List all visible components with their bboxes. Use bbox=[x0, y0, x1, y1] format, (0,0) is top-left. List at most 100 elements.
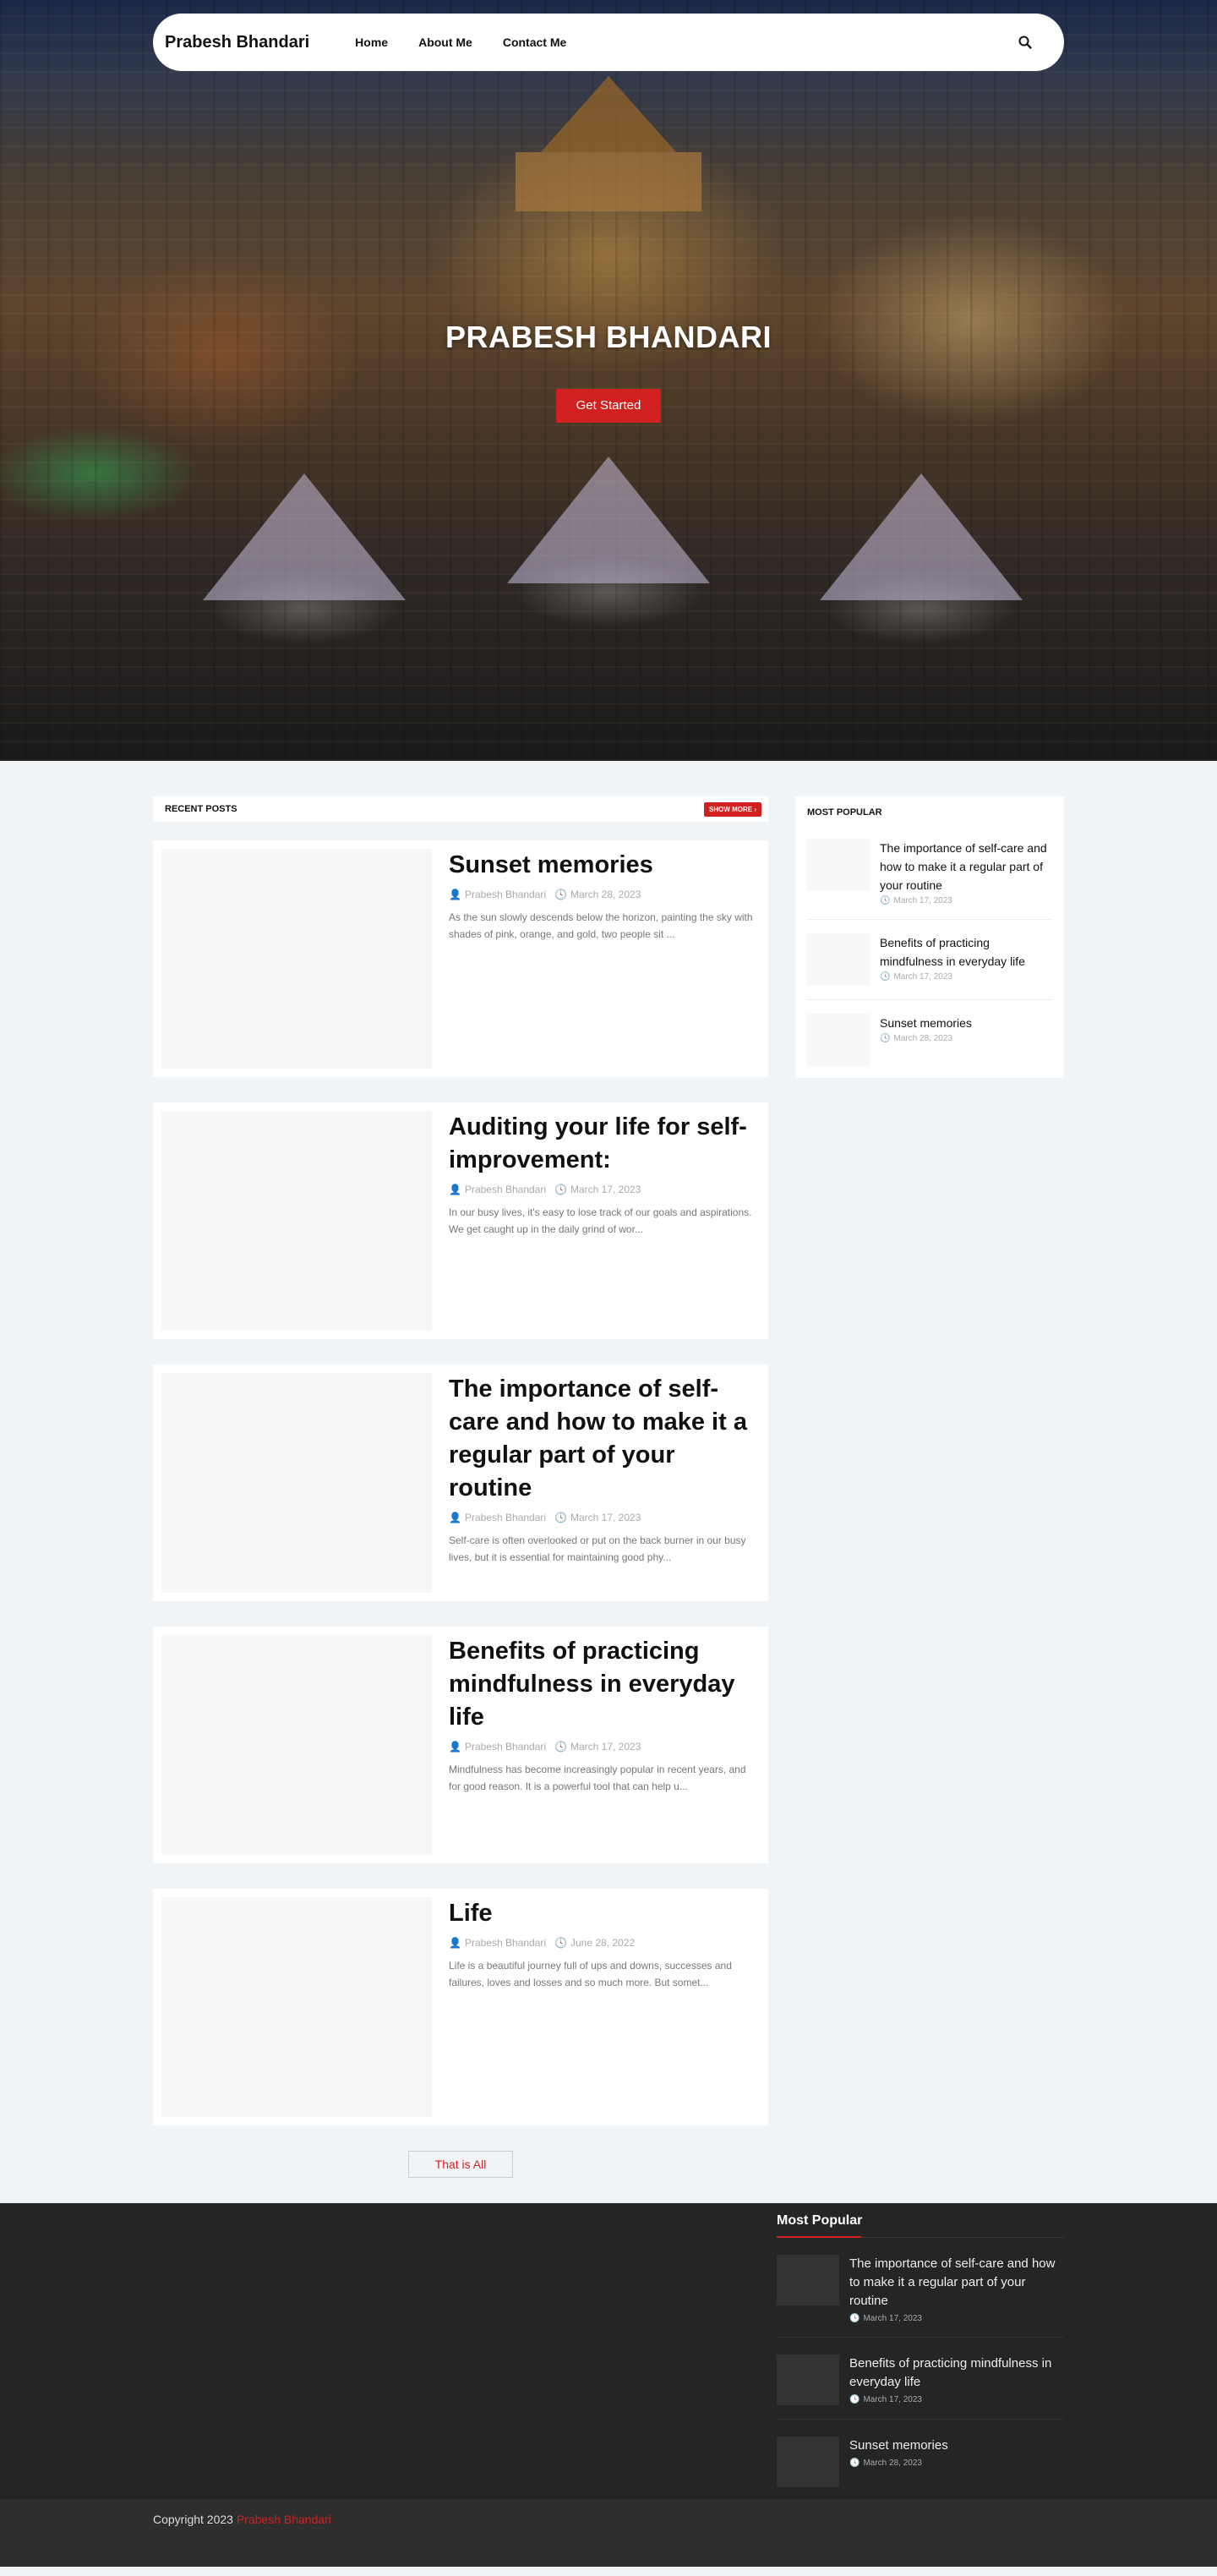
popular-title[interactable]: Benefits of practicing mindfulness in ev… bbox=[880, 933, 1052, 971]
post-title[interactable]: Life bbox=[449, 1897, 760, 1930]
post-date-text: March 17, 2023 bbox=[570, 1741, 641, 1753]
post-date: 🕓 March 28, 2023 bbox=[554, 889, 641, 900]
hero-background-shrine-left bbox=[203, 473, 406, 600]
popular-date-text: March 28, 2023 bbox=[893, 1034, 952, 1043]
post-thumbnail[interactable] bbox=[161, 1635, 432, 1855]
user-icon: 👤 bbox=[449, 889, 461, 900]
footer-popular-body: Benefits of practicing mindfulness in ev… bbox=[849, 2354, 1064, 2405]
post-title[interactable]: Auditing your life for self-improvement: bbox=[449, 1111, 760, 1177]
hero-background-shrine-center bbox=[507, 457, 710, 583]
footer-popular-title[interactable]: Benefits of practicing mindfulness in ev… bbox=[849, 2354, 1064, 2392]
footer-popular-date-text: March 17, 2023 bbox=[863, 2314, 922, 2323]
popular-date-text: March 17, 2023 bbox=[893, 972, 952, 982]
post-card: Auditing your life for self-improvement:… bbox=[153, 1102, 768, 1339]
post-meta: 👤 Prabesh Bhandari 🕓 March 17, 2023 bbox=[449, 1741, 760, 1753]
copyright-text: Copyright 2023 bbox=[153, 2513, 233, 2526]
search-icon-glyph bbox=[1018, 36, 1032, 49]
post-excerpt: Life is a beautiful journey full of ups … bbox=[449, 1960, 732, 1988]
most-popular-widget: MOST POPULAR The importance of self-care… bbox=[795, 796, 1064, 1078]
hero-background-temple-body bbox=[516, 152, 701, 211]
nav-links: Home About Me Contact Me bbox=[340, 36, 581, 49]
post-author-name: Prabesh Bhandari bbox=[464, 889, 547, 900]
clock-icon: 🕓 bbox=[849, 2458, 860, 2468]
post-date-text: March 28, 2023 bbox=[570, 889, 641, 900]
post-title[interactable]: The importance of self-care and how to m… bbox=[449, 1373, 760, 1505]
popular-item: Benefits of practicing mindfulness in ev… bbox=[807, 933, 1052, 1000]
footer-popular-date-text: March 28, 2023 bbox=[863, 2458, 922, 2468]
post-excerpt: Mindfulness has become increasingly popu… bbox=[449, 1764, 746, 1792]
post-body: Sunset memories 👤 Prabesh Bhandari 🕓 March… bbox=[449, 849, 760, 1069]
footer-popular-thumbnail[interactable] bbox=[777, 2255, 839, 2305]
post-title[interactable]: Benefits of practicing mindfulness in ev… bbox=[449, 1635, 760, 1734]
footer-popular-body: Sunset memories 🕓 March 28, 2023 bbox=[849, 2437, 948, 2487]
footer-popular-item: Sunset memories 🕓 March 28, 2023 bbox=[777, 2420, 1064, 2501]
post-body: Auditing your life for self-improvement:… bbox=[449, 1111, 760, 1331]
post-date: 🕓 March 17, 2023 bbox=[554, 1512, 641, 1523]
post-title[interactable]: Sunset memories bbox=[449, 849, 760, 882]
hero-title: PRABESH BHANDARI bbox=[445, 320, 772, 354]
recent-posts-column: RECENT POSTS SHOW MORE › Sunset memories… bbox=[153, 796, 768, 2203]
main-content: RECENT POSTS SHOW MORE › Sunset memories… bbox=[153, 761, 1064, 2203]
post-author-name: Prabesh Bhandari bbox=[464, 1184, 547, 1195]
footer-popular-date: 🕓 March 17, 2023 bbox=[849, 2395, 1064, 2404]
search-icon[interactable] bbox=[1017, 34, 1034, 51]
top-navbar: Prabesh Bhandari Home About Me Contact M… bbox=[153, 14, 1064, 71]
popular-date: 🕓 March 17, 2023 bbox=[880, 972, 1052, 982]
popular-thumbnail[interactable] bbox=[807, 1014, 870, 1066]
user-icon: 👤 bbox=[449, 1741, 461, 1753]
nav-link-home[interactable]: Home bbox=[340, 36, 403, 49]
nav-link-about[interactable]: About Me bbox=[403, 36, 488, 49]
post-card: Life 👤 Prabesh Bhandari 🕓 June 28, 2022 Li… bbox=[153, 1889, 768, 2125]
post-author: 👤 Prabesh Bhandari bbox=[449, 1512, 546, 1523]
clock-icon: 🕓 bbox=[849, 2314, 860, 2323]
popular-item: Sunset memories 🕓 March 28, 2023 bbox=[807, 1014, 1052, 1066]
post-thumbnail[interactable] bbox=[161, 1897, 432, 2117]
user-icon: 👤 bbox=[449, 1937, 461, 1949]
hero-content: PRABESH BHANDARI Get Started bbox=[0, 320, 1217, 423]
popular-item-body: Sunset memories 🕓 March 28, 2023 bbox=[880, 1014, 972, 1066]
post-excerpt: Self-care is often overlooked or put on … bbox=[449, 1534, 746, 1563]
footer: Most Popular The importance of self-care… bbox=[0, 2203, 1217, 2499]
recent-posts-title: RECENT POSTS bbox=[165, 804, 237, 814]
post-author: 👤 Prabesh Bhandari bbox=[449, 889, 546, 900]
footer-popular-title[interactable]: The importance of self-care and how to m… bbox=[849, 2255, 1064, 2311]
footer-popular-title[interactable]: Sunset memories bbox=[849, 2437, 948, 2455]
footer-popular-thumbnail[interactable] bbox=[777, 2437, 839, 2487]
post-card: The importance of self-care and how to m… bbox=[153, 1365, 768, 1601]
post-author-name: Prabesh Bhandari bbox=[464, 1512, 547, 1523]
popular-date: 🕓 March 17, 2023 bbox=[880, 896, 1052, 905]
clock-icon: 🕓 bbox=[880, 972, 891, 982]
clock-icon: 🕓 bbox=[554, 1741, 567, 1753]
nav-link-contact[interactable]: Contact Me bbox=[488, 36, 581, 49]
footer-popular-body: The importance of self-care and how to m… bbox=[849, 2255, 1064, 2323]
footer-popular-thumbnail[interactable] bbox=[777, 2354, 839, 2405]
that-is-all-button[interactable]: That is All bbox=[408, 2151, 513, 2178]
popular-thumbnail[interactable] bbox=[807, 839, 870, 891]
copyright-link[interactable]: Prabesh Bhandari bbox=[237, 2513, 331, 2526]
post-author: 👤 Prabesh Bhandari bbox=[449, 1184, 546, 1195]
site-brand[interactable]: Prabesh Bhandari bbox=[165, 33, 309, 52]
post-author-name: Prabesh Bhandari bbox=[464, 1937, 547, 1949]
post-thumbnail[interactable] bbox=[161, 1373, 432, 1593]
show-more-button[interactable]: SHOW MORE › bbox=[704, 801, 761, 817]
post-meta: 👤 Prabesh Bhandari 🕓 March 17, 2023 bbox=[449, 1512, 760, 1523]
post-thumbnail[interactable] bbox=[161, 1111, 432, 1331]
post-card: Sunset memories 👤 Prabesh Bhandari 🕓 March… bbox=[153, 840, 768, 1077]
post-author-name: Prabesh Bhandari bbox=[464, 1741, 547, 1753]
post-thumbnail[interactable] bbox=[161, 849, 432, 1069]
most-popular-title: MOST POPULAR bbox=[807, 807, 882, 818]
user-icon: 👤 bbox=[449, 1184, 461, 1195]
clock-icon: 🕓 bbox=[880, 1034, 891, 1043]
popular-title[interactable]: The importance of self-care and how to m… bbox=[880, 839, 1052, 894]
post-meta: 👤 Prabesh Bhandari 🕓 March 28, 2023 bbox=[449, 889, 760, 900]
post-excerpt: As the sun slowly descends below the hor… bbox=[449, 911, 753, 940]
get-started-button[interactable]: Get Started bbox=[556, 389, 661, 423]
popular-thumbnail[interactable] bbox=[807, 933, 870, 986]
popular-title[interactable]: Sunset memories bbox=[880, 1014, 972, 1032]
footer-popular-item: Benefits of practicing mindfulness in ev… bbox=[777, 2338, 1064, 2420]
footer-most-popular: Most Popular The importance of self-care… bbox=[777, 2213, 1064, 2501]
hero-background-temple bbox=[541, 76, 676, 152]
clock-icon: 🕓 bbox=[849, 2395, 860, 2404]
sidebar: MOST POPULAR The importance of self-care… bbox=[795, 796, 1064, 2203]
recent-posts-header: RECENT POSTS SHOW MORE › bbox=[153, 796, 768, 822]
